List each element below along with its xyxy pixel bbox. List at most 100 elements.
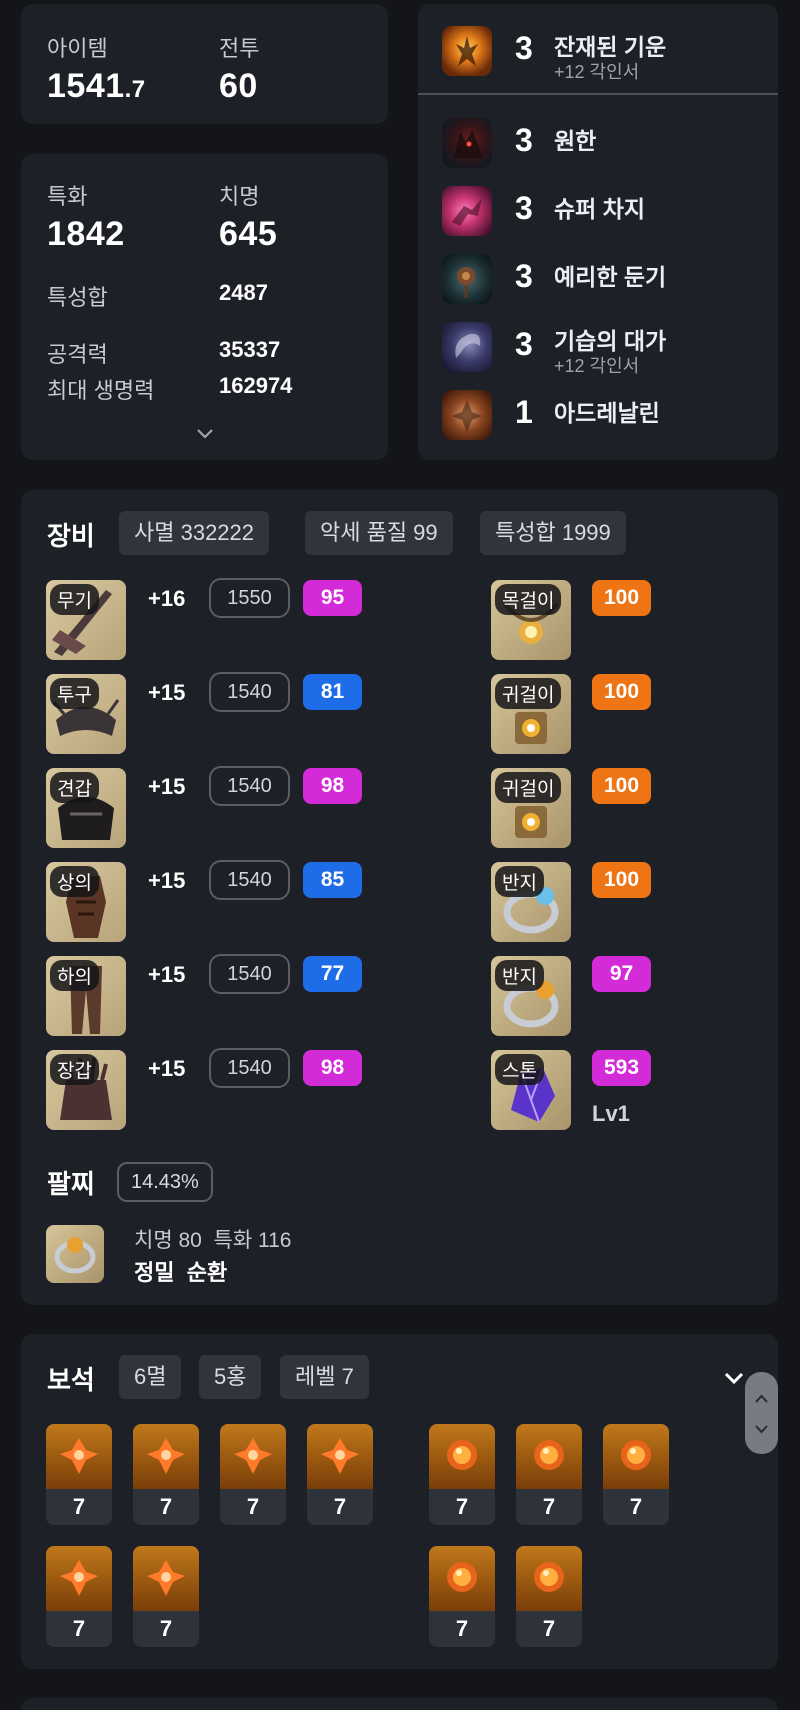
engraving-book: +12 각인서 xyxy=(554,62,640,82)
engraving-name: 슈퍼 차지 xyxy=(554,196,646,222)
crimson-gem-count-chip: 5홍 xyxy=(199,1355,262,1399)
doom-gem-icon xyxy=(133,1546,199,1611)
gear-slot-tag: 상의 xyxy=(50,866,99,897)
stat-total-chip: 특성합 1999 xyxy=(480,511,626,555)
doom-gem[interactable]: 7 xyxy=(46,1424,112,1525)
accessory-quality-chip: 악세 품질 99 xyxy=(305,511,453,555)
doom-gem-count-chip: 6멸 xyxy=(119,1355,182,1399)
attack-value: 35337 xyxy=(219,337,281,362)
gear-slot-tag: 투구 xyxy=(50,678,99,709)
gear-slot-tag: 견갑 xyxy=(50,772,99,803)
max-hp-value: 162974 xyxy=(219,373,293,398)
gear-item-level: 1540 xyxy=(209,1048,290,1088)
crimson-gem[interactable]: 7 xyxy=(516,1424,582,1525)
equipment-title: 장비 xyxy=(47,521,95,551)
adrenaline-icon xyxy=(442,390,492,440)
gem-level: 7 xyxy=(455,1616,469,1641)
gear-item-level: 1540 xyxy=(209,860,290,900)
doom-gem[interactable]: 7 xyxy=(133,1424,199,1525)
gear-honing: +15 xyxy=(148,962,186,987)
accessory-slot-tag: 스톤 xyxy=(495,1054,544,1085)
gear-quality-badge: 85 xyxy=(303,862,362,898)
chevron-down-icon[interactable] xyxy=(724,1372,744,1385)
engraving-level: 1 xyxy=(515,394,533,430)
pants-icon: 하의 xyxy=(46,956,126,1036)
gem-level: 7 xyxy=(455,1494,469,1519)
doom-gem[interactable]: 7 xyxy=(220,1424,286,1525)
max-hp-label: 최대 생명력 xyxy=(47,378,155,403)
gear-quality-badge: 98 xyxy=(303,1050,362,1086)
crimson-gem[interactable]: 7 xyxy=(429,1546,495,1647)
crimson-gem[interactable]: 7 xyxy=(429,1424,495,1525)
chevron-down-icon[interactable] xyxy=(196,428,214,440)
warrior-glow-icon xyxy=(442,26,492,76)
ring-icon: 반지 xyxy=(491,862,571,942)
engraving-row[interactable]: 3 원한 xyxy=(418,112,778,172)
spiked-mace-icon xyxy=(442,254,492,304)
gem-level: 7 xyxy=(629,1494,643,1519)
stone-level: Lv1 xyxy=(592,1101,630,1126)
bracelet-icon[interactable] xyxy=(46,1225,104,1283)
accessory-slot-tag: 귀걸이 xyxy=(495,678,562,709)
gear-item-level: 1540 xyxy=(209,954,290,994)
accessory-quality-badge: 100 xyxy=(592,768,651,804)
earring-icon: 귀걸이 xyxy=(491,768,571,848)
gear-quality-badge: 77 xyxy=(303,956,362,992)
engraving-level: 3 xyxy=(515,30,533,66)
attack-label: 공격력 xyxy=(47,342,108,367)
doom-gem[interactable]: 7 xyxy=(46,1546,112,1647)
gem-level-chip: 레벨 7 xyxy=(280,1355,369,1399)
necklace-icon: 목걸이 xyxy=(491,580,571,660)
bracelet-percent-chip: 14.43% xyxy=(117,1162,213,1202)
crimson-gem-icon xyxy=(429,1546,495,1611)
chevron-up-icon[interactable] xyxy=(754,1394,769,1404)
engraving-name: 원한 xyxy=(554,128,597,154)
gem-level: 7 xyxy=(333,1494,347,1519)
scroll-control[interactable] xyxy=(745,1372,778,1454)
equipment-card: 장비 사멸 332222 악세 품질 99 특성합 1999 무기 +16 15… xyxy=(21,490,778,1305)
stone-quality-badge: 593 xyxy=(592,1050,651,1086)
engraving-row[interactable]: 3 잔재된 기운 +12 각인서 xyxy=(418,20,778,82)
beast-icon xyxy=(442,118,492,168)
ability-stone-icon: 스톤 xyxy=(491,1050,571,1130)
gear-quality-badge: 98 xyxy=(303,768,362,804)
accessory-quality-badge: 100 xyxy=(592,862,651,898)
crimson-gem-icon xyxy=(429,1424,495,1489)
doom-gem-icon xyxy=(220,1424,286,1489)
engraving-row[interactable]: 3 슈퍼 차지 xyxy=(418,180,778,240)
gear-honing: +15 xyxy=(148,680,186,705)
gear-item-level: 1540 xyxy=(209,766,290,806)
shoulder-icon: 견갑 xyxy=(46,768,126,848)
weapon-icon: 무기 xyxy=(46,580,126,660)
engraving-level: 3 xyxy=(515,122,533,158)
engraving-level: 3 xyxy=(515,190,533,226)
doom-gem-icon xyxy=(133,1424,199,1489)
engraving-row[interactable]: 3 기습의 대가 +12 각인서 xyxy=(418,316,778,376)
doom-gem[interactable]: 7 xyxy=(307,1424,373,1525)
accessory-slot-tag: 반지 xyxy=(495,960,544,991)
gear-slot-tag: 하의 xyxy=(50,960,99,991)
accessory-slot-tag: 반지 xyxy=(495,866,544,897)
gear-slot-tag: 장갑 xyxy=(50,1054,99,1085)
engraving-row[interactable]: 1 아드레날린 xyxy=(418,384,778,444)
bracelet-title: 팔찌 xyxy=(47,1169,95,1199)
accessory-slot-tag: 목걸이 xyxy=(495,584,562,615)
crit-label: 치명 xyxy=(219,184,260,209)
crimson-gem[interactable]: 7 xyxy=(603,1424,669,1525)
engraving-row[interactable]: 3 예리한 둔기 xyxy=(418,248,778,308)
ring-icon: 반지 xyxy=(491,956,571,1036)
doom-gem-icon xyxy=(46,1546,112,1611)
item-level-label: 아이템 xyxy=(47,36,108,61)
next-card xyxy=(21,1698,778,1710)
gem-level: 7 xyxy=(542,1616,556,1641)
gem-level: 7 xyxy=(72,1616,86,1641)
engravings-card: 3 잔재된 기운 +12 각인서 3 원한 3 슈퍼 차지 3 예리한 둔기 3… xyxy=(418,4,778,460)
gear-honing: +15 xyxy=(148,1056,186,1081)
engraving-level: 3 xyxy=(515,326,533,362)
crimson-gem[interactable]: 7 xyxy=(516,1546,582,1647)
gear-honing: +15 xyxy=(148,774,186,799)
engraving-name: 잔재된 기운 xyxy=(554,34,667,60)
stats-card-top: 아이템 1541.7 전투 60 xyxy=(21,4,388,124)
chevron-down-icon[interactable] xyxy=(754,1424,769,1434)
doom-gem[interactable]: 7 xyxy=(133,1546,199,1647)
